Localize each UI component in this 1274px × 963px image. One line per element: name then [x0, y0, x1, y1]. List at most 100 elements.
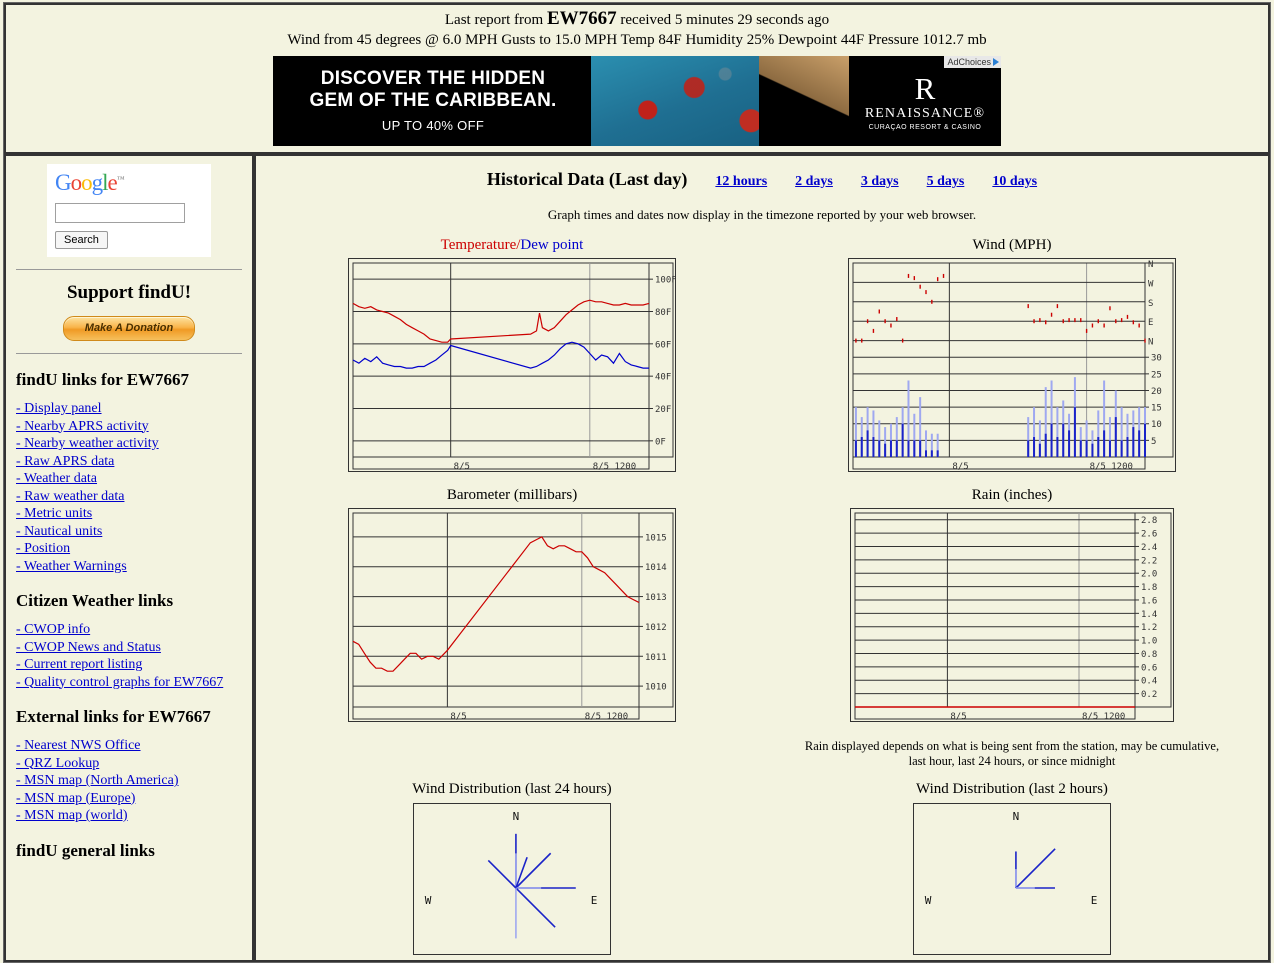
advertisement-banner[interactable]: DISCOVER THE HIDDEN GEM OF THE CARIBBEAN… — [273, 56, 1001, 146]
google-logo: Google™ — [55, 170, 203, 196]
svg-text:8/5 1200: 8/5 1200 — [1082, 712, 1125, 721]
ad-copy: DISCOVER THE HIDDEN GEM OF THE CARIBBEAN… — [273, 56, 593, 146]
sidebar-link-weather-data[interactable]: - Weather data — [16, 470, 244, 488]
svg-text:1.2: 1.2 — [1141, 623, 1157, 633]
adchoices-label: AdChoices — [947, 57, 991, 67]
sidebar-link-cwop-info[interactable]: - CWOP info — [16, 621, 244, 639]
svg-text:8/5: 8/5 — [950, 712, 966, 721]
svg-text:0.6: 0.6 — [1141, 663, 1157, 673]
svg-text:10: 10 — [1151, 420, 1162, 430]
google-logo-tm: ™ — [117, 174, 125, 183]
sidebar-link-cwop-news-status[interactable]: - CWOP News and Status — [16, 639, 244, 657]
svg-text:20: 20 — [1151, 387, 1162, 397]
svg-text:8/5: 8/5 — [952, 462, 968, 471]
sidebar-link-nautical-units[interactable]: - Nautical units — [16, 523, 244, 541]
adchoices-badge[interactable]: AdChoices — [944, 56, 1001, 68]
svg-text:S: S — [1148, 299, 1153, 309]
chart-title-temp-word: Temperature — [441, 237, 517, 253]
svg-text:8/5 1200: 8/5 1200 — [593, 462, 636, 471]
chart-barometer[interactable]: 8/58/5 1200101010111012101310141015 — [348, 508, 676, 722]
sidebar-heading-general: findU general links — [16, 841, 244, 861]
support-heading: Support findU! — [14, 282, 244, 304]
range-link-3-days[interactable]: 3 days — [861, 174, 899, 189]
sidebar-link-msn-europe[interactable]: - MSN map (Europe) — [16, 790, 244, 808]
sidebar-heading-cwop: Citizen Weather links — [16, 591, 244, 611]
sidebar-link-raw-weather-data[interactable]: - Raw weather data — [16, 488, 244, 506]
svg-text:W: W — [925, 894, 932, 907]
divider-2 — [16, 353, 242, 354]
google-search-button[interactable]: Search — [55, 231, 108, 249]
sidebar-links-cwop: - CWOP info - CWOP News and Status - Cur… — [16, 621, 244, 691]
svg-text:2.6: 2.6 — [1141, 530, 1157, 540]
svg-text:1012: 1012 — [645, 623, 667, 633]
svg-text:W: W — [425, 894, 432, 907]
svg-text:N: N — [1013, 810, 1020, 823]
sidebar: Google™ Search Support findU! Make A Don… — [4, 154, 254, 962]
svg-text:2.8: 2.8 — [1141, 516, 1157, 526]
svg-text:E: E — [591, 894, 598, 907]
chart-cell-barometer: Barometer (millibars) 8/58/5 12001010101… — [262, 477, 762, 769]
sidebar-section-external: External links for EW7667 - Nearest NWS … — [14, 707, 244, 825]
chart-title-wind: Wind (MPH) — [762, 237, 1262, 254]
sidebar-link-raw-aprs-data[interactable]: - Raw APRS data — [16, 453, 244, 471]
range-link-10-days[interactable]: 10 days — [992, 174, 1037, 189]
ad-brand-block: R RENAISSANCE® CURAÇAO RESORT & CASINO — [849, 56, 1001, 146]
sidebar-link-display-panel[interactable]: - Display panel — [16, 400, 244, 418]
adchoices-arrow-icon — [993, 58, 999, 66]
rain-note-line-2: last 24 hours, or since midnight — [958, 754, 1116, 768]
svg-text:8/5: 8/5 — [450, 712, 466, 721]
svg-text:25: 25 — [1151, 370, 1162, 380]
sidebar-section-cwop: Citizen Weather links - CWOP info - CWOP… — [14, 591, 244, 691]
ad-photo-reef — [591, 56, 849, 146]
ad-brand-sub: CURAÇAO RESORT & CASINO — [849, 124, 1001, 131]
sidebar-links-findu: - Display panel - Nearby APRS activity -… — [16, 400, 244, 575]
svg-text:8/5 1200: 8/5 1200 — [585, 712, 628, 721]
range-link-5-days[interactable]: 5 days — [927, 174, 965, 189]
chart-cell-wind-dist-24h: Wind Distribution (last 24 hours) N E W — [262, 769, 762, 960]
sidebar-link-qrz-lookup[interactable]: - QRZ Lookup — [16, 755, 244, 773]
rain-note: Rain displayed depends on what is being … — [797, 739, 1227, 769]
svg-text:1.8: 1.8 — [1141, 583, 1157, 593]
sidebar-link-metric-units[interactable]: - Metric units — [16, 505, 244, 523]
chart-title-temperature: Temperature/Dew point — [262, 237, 762, 254]
chart-title-barometer: Barometer (millibars) — [262, 487, 762, 504]
page-frame: Last report from EW7667 received 5 minut… — [3, 2, 1271, 963]
svg-text:E: E — [1148, 318, 1153, 328]
svg-text:5: 5 — [1151, 437, 1156, 447]
chart-wind[interactable]: 8/58/5 1200NWSEN51015202530 — [848, 258, 1176, 472]
sidebar-link-msn-north-america[interactable]: - MSN map (North America) — [16, 772, 244, 790]
svg-text:0.8: 0.8 — [1141, 650, 1157, 660]
chart-wind-rose-2h-svg: NEW — [914, 804, 1110, 954]
svg-text:40F: 40F — [655, 373, 671, 383]
chart-wind-distribution-2h[interactable]: NEW — [913, 803, 1111, 955]
svg-text:60F: 60F — [655, 340, 671, 350]
sidebar-link-nearby-weather-activity[interactable]: - Nearby weather activity — [16, 435, 244, 453]
svg-text:2.4: 2.4 — [1141, 543, 1157, 553]
svg-text:1.4: 1.4 — [1141, 610, 1157, 620]
chart-temperature[interactable]: 8/58/5 12000F20F40F60F80F100F — [348, 258, 676, 472]
ad-brand-name: RENAISSANCE® — [849, 106, 1001, 122]
range-link-2-days[interactable]: 2 days — [795, 174, 833, 189]
page-title: Historical Data (Last day) — [487, 169, 687, 189]
chart-cell-wind: Wind (MPH) 8/58/5 1200NWSEN51015202530 — [762, 237, 1262, 477]
sidebar-link-position[interactable]: - Position — [16, 540, 244, 558]
sidebar-link-msn-world[interactable]: - MSN map (world) — [16, 807, 244, 825]
google-search-input[interactable] — [55, 203, 185, 223]
make-a-donation-button[interactable]: Make A Donation — [63, 316, 195, 341]
sidebar-link-nearby-aprs-activity[interactable]: - Nearby APRS activity — [16, 418, 244, 436]
sidebar-link-current-report[interactable]: - Current report listing — [16, 656, 244, 674]
svg-text:0F: 0F — [655, 437, 666, 447]
chart-cell-wind-dist-2h: Wind Distribution (last 2 hours) NEW — [762, 769, 1262, 960]
historical-header: Historical Data (Last day) 12 hours 2 da… — [262, 169, 1262, 190]
chart-title-wind-dist-24h: Wind Distribution (last 24 hours) — [262, 781, 762, 798]
sidebar-link-weather-warnings[interactable]: - Weather Warnings — [16, 558, 244, 576]
chart-wind-distribution-24h[interactable]: N E W — [413, 803, 611, 955]
chart-rain[interactable]: 8/58/5 12000.20.40.60.81.01.21.41.61.82.… — [850, 508, 1174, 722]
svg-text:N: N — [513, 810, 520, 823]
sidebar-link-nearest-nws[interactable]: - Nearest NWS Office — [16, 737, 244, 755]
sidebar-link-quality-control[interactable]: - Quality control graphs for EW7667 — [16, 674, 244, 692]
ad-logo-mark: R — [849, 72, 1001, 106]
svg-text:20F: 20F — [655, 405, 671, 415]
last-report-suffix: received 5 minutes 29 seconds ago — [617, 12, 829, 28]
range-link-12-hours[interactable]: 12 hours — [715, 174, 767, 189]
